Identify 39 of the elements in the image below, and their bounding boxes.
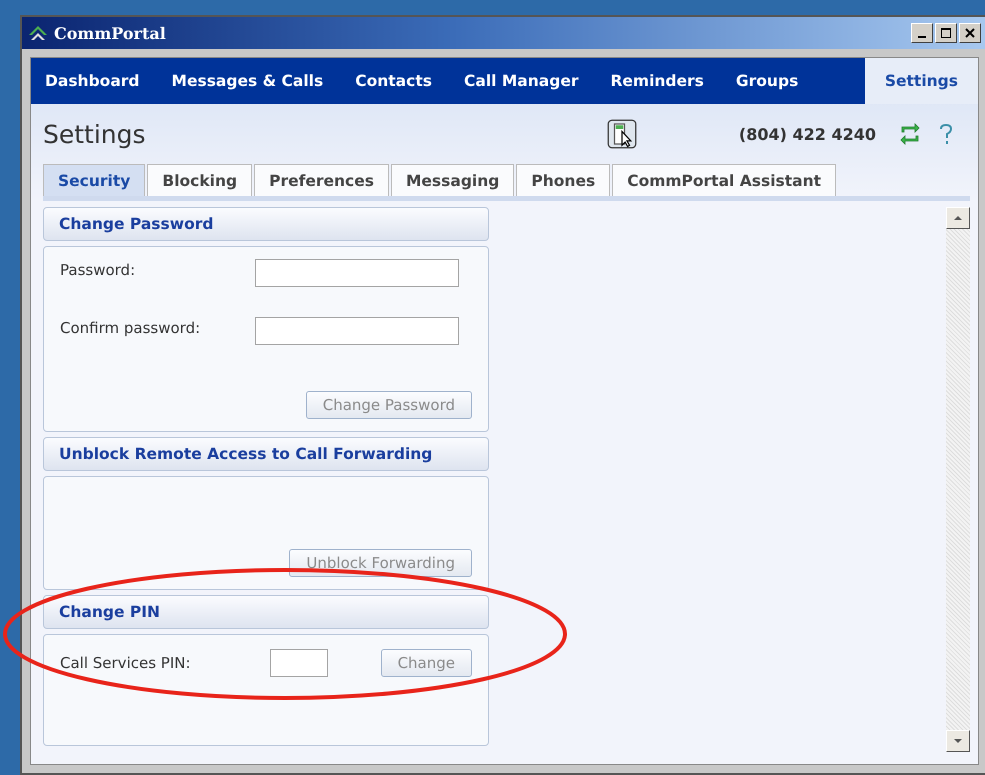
refresh-icon[interactable] xyxy=(898,122,922,146)
scroll-up-button[interactable] xyxy=(946,207,970,229)
minimize-icon xyxy=(918,36,926,38)
nav-tab[interactable]: Groups xyxy=(722,58,816,104)
maximize-button[interactable] xyxy=(935,23,957,43)
pin-field[interactable] xyxy=(270,649,328,677)
minimize-button[interactable] xyxy=(911,23,933,43)
nav-tab[interactable]: Reminders xyxy=(596,58,722,104)
down-arrow-icon xyxy=(953,736,963,746)
chevron-logo-icon xyxy=(28,23,48,43)
page-title: Settings xyxy=(43,120,146,148)
nav-tab[interactable]: Call Manager xyxy=(450,58,596,104)
sub-tab[interactable]: Blocking xyxy=(147,164,252,196)
sub-tab[interactable]: Security xyxy=(43,164,146,196)
field-label: Call Services PIN: xyxy=(60,654,192,672)
close-button[interactable] xyxy=(959,23,981,43)
section-title: Change PIN xyxy=(59,603,160,621)
sub-tab[interactable]: Messaging xyxy=(390,164,514,196)
maximize-icon xyxy=(940,27,952,39)
nav-tab[interactable]: Dashboard xyxy=(31,58,158,104)
scrollbar[interactable] xyxy=(946,207,970,752)
up-arrow-icon xyxy=(953,213,963,223)
close-icon xyxy=(964,27,976,39)
input-field[interactable] xyxy=(255,259,459,287)
section-title: Unblock Remote Access to Call Forwarding xyxy=(59,445,432,463)
nav-tab[interactable]: Contacts xyxy=(341,58,450,104)
nav-tab[interactable]: Messages & Calls xyxy=(158,58,342,104)
nav-tab[interactable]: Settings xyxy=(864,58,978,104)
phone-number: (804) 422 4240 xyxy=(738,124,876,144)
sub-tab[interactable]: CommPortal Assistant xyxy=(612,164,836,196)
window-title: CommPortal xyxy=(54,24,166,42)
section-title: Change Password xyxy=(59,215,214,233)
phone-pointer-icon[interactable] xyxy=(606,119,637,149)
sub-tab[interactable]: Phones xyxy=(516,164,610,196)
scroll-down-button[interactable] xyxy=(946,730,970,752)
sub-tab[interactable]: Preferences xyxy=(254,164,389,196)
field-label: Confirm password: xyxy=(60,318,202,337)
input-field[interactable] xyxy=(255,317,459,345)
field-label: Password: xyxy=(60,260,136,279)
